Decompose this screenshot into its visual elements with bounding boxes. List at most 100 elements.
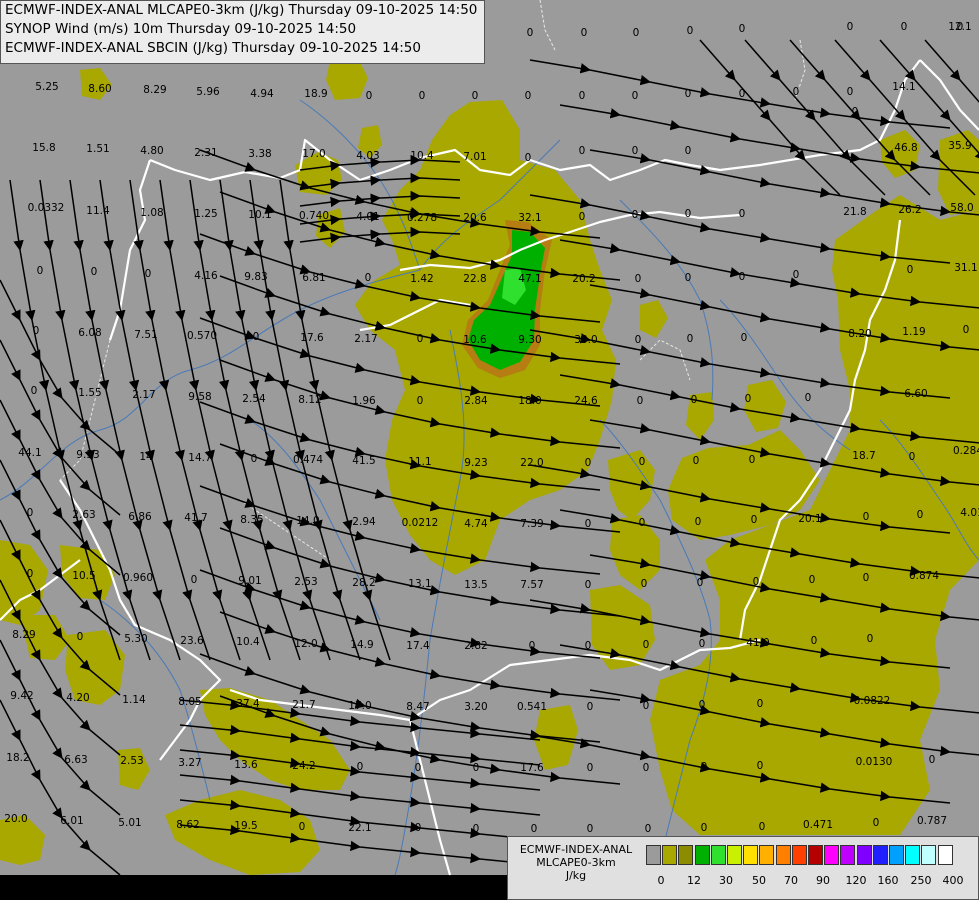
station-value: 0	[687, 25, 694, 37]
station-value: 41.0	[746, 637, 769, 649]
station-value: 0	[525, 90, 532, 102]
station-value: 0.740	[299, 210, 329, 222]
station-value: 0	[685, 145, 692, 157]
station-value: 0	[645, 823, 652, 835]
station-value: 0	[863, 572, 870, 584]
station-value: 2.31	[194, 147, 217, 159]
station-value: 10.4	[236, 636, 260, 648]
station-value: 6.08	[78, 327, 101, 339]
station-value: 14.1	[892, 81, 915, 93]
station-value: 0	[473, 823, 480, 835]
legend-swatch	[937, 845, 953, 865]
station-value: 0.0212	[402, 517, 439, 529]
station-value: 0	[531, 823, 538, 835]
station-value: 17.4	[406, 640, 430, 652]
station-value: 0	[695, 516, 702, 528]
station-value: 0	[687, 333, 694, 345]
station-value: 0	[753, 576, 760, 588]
legend-tick: 400	[942, 874, 964, 887]
legend-swatch	[791, 845, 807, 865]
station-value: 0	[635, 334, 642, 346]
station-value: 0	[811, 635, 818, 647]
legend-tick: 160	[877, 874, 899, 887]
station-value: 44.1	[18, 447, 41, 459]
station-value: 0.541	[517, 701, 547, 713]
station-value: 4.80	[140, 145, 163, 157]
legend-tick: 30	[719, 874, 733, 887]
station-value: 1.14	[122, 694, 146, 706]
station-value: 0	[579, 211, 586, 223]
station-value: 0	[585, 579, 592, 591]
legend-swatch	[856, 845, 872, 865]
legend-swatch	[710, 845, 726, 865]
station-value: 0	[809, 574, 816, 586]
station-value: 22.1	[348, 822, 371, 834]
station-value: 9.30	[518, 334, 541, 346]
legend-swatch	[694, 845, 710, 865]
station-value: 4.20	[66, 692, 89, 704]
map-header: ECMWF-INDEX-ANAL MLCAPE0-3km (J/kg) Thur…	[0, 0, 485, 64]
station-value: 6.63	[64, 754, 87, 766]
station-value: 4.16	[194, 270, 218, 282]
station-value: 0	[685, 208, 692, 220]
station-value: 9.58	[188, 391, 211, 403]
station-value: 14	[139, 451, 153, 463]
station-value: 11.1	[408, 456, 431, 468]
station-value: 0	[587, 823, 594, 835]
station-value: 8.60	[88, 83, 111, 95]
station-value: 0	[639, 456, 646, 468]
station-value: 10.5	[72, 570, 95, 582]
station-value: 2.53	[120, 755, 143, 767]
station-value: 14.9	[350, 639, 373, 651]
station-value: 1.08	[140, 207, 163, 219]
station-value: 0	[793, 86, 800, 98]
station-value: 4.01	[960, 507, 979, 519]
weather-map: 5.25 8.60 8.29 5.96 4.94 18.9 0 0 0 0 0 0 0 0 0 0 0 14.1 0…	[0, 0, 979, 900]
station-value: 10.6	[463, 334, 487, 346]
station-value: 8.47	[406, 701, 429, 713]
station-value: 0	[907, 264, 914, 276]
station-value: 8.05	[178, 696, 201, 708]
station-value: 0.474	[293, 454, 323, 466]
station-value: 6.60	[904, 388, 927, 400]
station-value: 0	[963, 324, 970, 336]
station-value: 5.30	[124, 633, 147, 645]
station-value: 0	[585, 518, 592, 530]
station-value: 23.6	[180, 635, 204, 647]
station-value: 0	[701, 761, 708, 773]
station-value: 12.1	[948, 21, 971, 33]
station-value: 18.0	[518, 395, 541, 407]
station-value: 0	[852, 106, 859, 118]
station-value: 32.1	[518, 212, 541, 224]
station-value: 7.51	[134, 329, 157, 341]
station-value: 41.7	[184, 512, 207, 524]
station-value: 3.38	[248, 148, 271, 160]
legend-line-2: MLCAPE0-3km	[536, 856, 616, 869]
station-value: 21.8	[843, 206, 866, 218]
station-value: 0	[805, 392, 812, 404]
station-value: 0	[739, 208, 746, 220]
station-value: 0	[27, 568, 34, 580]
station-value: 0	[632, 90, 639, 102]
station-value: 0.570	[187, 330, 217, 342]
station-value: 18.7	[852, 450, 875, 462]
station-value: 0.0332	[28, 202, 65, 214]
station-value: 2.53	[294, 576, 317, 588]
station-value: 0	[639, 517, 646, 529]
station-value: 5.25	[35, 81, 58, 93]
station-value: 0	[417, 333, 424, 345]
station-value: 0	[635, 273, 642, 285]
legend-tick: 0	[657, 874, 665, 887]
station-value: 0	[365, 272, 372, 284]
station-value: 13.6	[234, 759, 258, 771]
station-value: 10.4	[410, 150, 434, 162]
station-value: 2.84	[464, 395, 488, 407]
legend-tick: 12	[687, 874, 701, 887]
station-value: 8.29	[12, 629, 35, 641]
station-value: 0	[145, 268, 152, 280]
station-value: 0	[909, 451, 916, 463]
station-value: 0	[873, 817, 880, 829]
station-value: 0	[643, 700, 650, 712]
station-value: 0	[585, 457, 592, 469]
header-line-1: ECMWF-INDEX-ANAL MLCAPE0-3km (J/kg) Thur…	[5, 2, 478, 18]
